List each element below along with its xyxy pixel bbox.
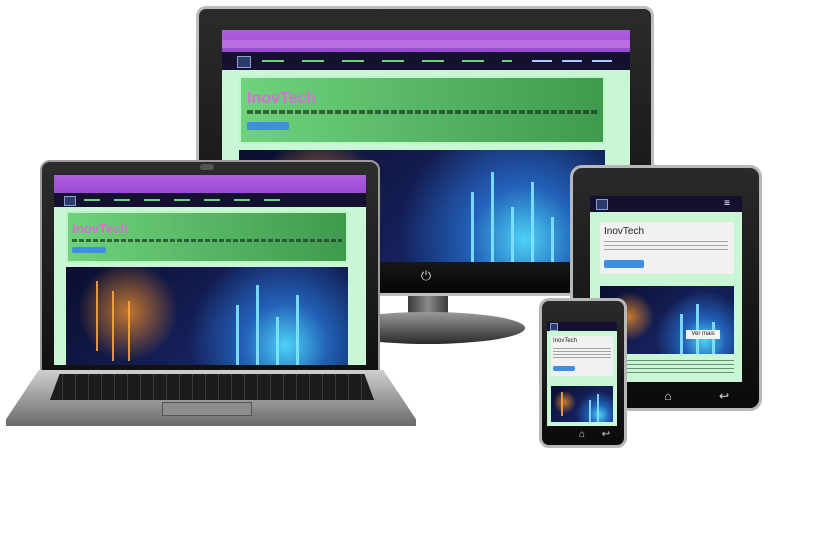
hero-image: [551, 386, 613, 422]
data-bar: [589, 400, 591, 422]
phone: InovTech ⌂ ↩: [0, 0, 814, 536]
hero-section: InovTech: [551, 336, 613, 376]
circuit-line: [561, 392, 563, 416]
back-icon[interactable]: ↩: [600, 429, 612, 441]
home-icon[interactable]: ⌂: [576, 429, 588, 441]
hero-title: InovTech: [553, 338, 578, 344]
data-bar: [597, 394, 599, 422]
site-logo-icon[interactable]: [550, 323, 558, 331]
phone-screen: InovTech: [547, 322, 617, 426]
hero-description: [553, 348, 611, 360]
hero-button[interactable]: [553, 366, 575, 371]
site-navbar: [547, 322, 617, 331]
